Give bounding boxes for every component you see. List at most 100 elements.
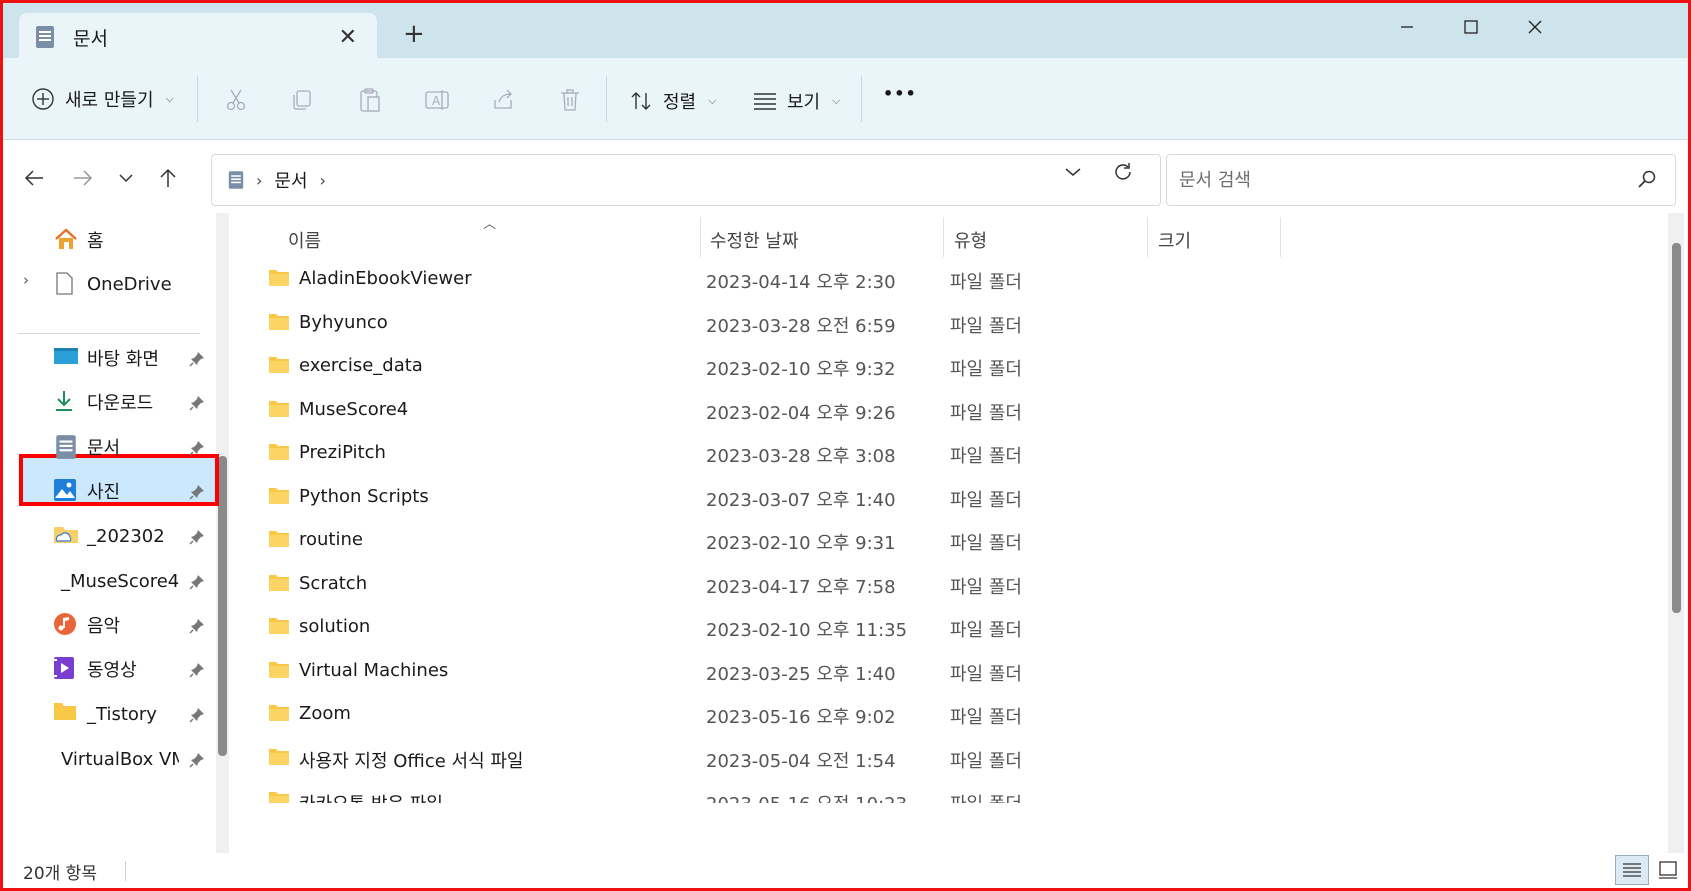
close-window-button[interactable] [1515,11,1555,43]
up-button[interactable] [153,163,183,193]
sort-button[interactable]: 정렬 ⌵ [629,88,716,114]
address-bar[interactable]: › 문서 › [211,154,1161,206]
breadcrumb-chevron-icon[interactable]: › [320,171,326,190]
back-button[interactable] [19,163,49,193]
forward-button[interactable] [68,163,98,193]
list-scrollbar-thumb[interactable] [1672,243,1681,613]
more-options-button[interactable]: ••• [883,84,917,103]
folder-icon [269,357,289,373]
table-row[interactable]: 사용자 지정 Office 서식 파일 2023-05-04 오전 1:54 파일 … [238,738,1663,782]
file-modified: 2023-05-04 오전 1:54 [706,751,896,772]
new-tab-button[interactable]: + [403,21,425,47]
column-header-type[interactable]: 유형 [954,227,987,253]
expand-chevron-icon[interactable]: › [23,271,29,289]
column-header-size[interactable]: 크기 [1158,227,1191,253]
column-divider[interactable] [1280,217,1281,257]
sidebar-scrollbar-thumb[interactable] [218,456,227,756]
new-button[interactable]: 새로 만들기 ⌵ [31,86,174,112]
copy-button[interactable] [287,86,317,114]
sidebar-item-desktop[interactable]: 바탕 화면 [53,343,159,373]
table-row[interactable]: Virtual Machines 2023-03-25 오후 1:40 파일 폴더 [238,651,1663,695]
folder-icon [269,792,289,803]
minimize-button[interactable] [1387,11,1427,43]
file-name: PreziPitch [299,442,386,463]
details-view-button[interactable] [1615,855,1649,885]
pin-icon[interactable] [189,395,205,411]
table-row[interactable]: MuseScore4 2023-02-04 오후 9:26 파일 폴더 [238,390,1663,434]
sidebar-item-music[interactable]: 음악 [53,610,120,640]
pin-icon[interactable] [189,662,205,678]
search-box[interactable] [1166,154,1676,206]
delete-button[interactable] [555,86,585,114]
sidebar-item-home[interactable]: 홈 [53,225,104,255]
tiles-view-button[interactable] [1651,855,1685,885]
sidebar-item-virtualbox[interactable]: VirtualBox VMs [53,744,179,774]
folder-icon [269,270,289,286]
table-row[interactable]: PreziPitch 2023-03-28 오후 3:08 파일 폴더 [238,433,1663,477]
desktop-icon [54,348,78,364]
refresh-button[interactable] [1108,157,1138,187]
breadcrumb-documents[interactable]: 문서 [274,167,307,193]
cut-button[interactable] [221,86,251,114]
table-row[interactable]: 카카오톡 받은 파일 2023-05-16 오전 10:23 파일 폴더 [238,781,1663,803]
file-name: 카카오톡 받은 파일 [299,790,443,803]
sidebar-item-202302[interactable]: _202302 [53,521,165,551]
file-name: 사용자 지정 Office 서식 파일 [299,751,524,772]
table-row[interactable]: Zoom 2023-05-16 오후 9:02 파일 폴더 [238,694,1663,738]
column-divider[interactable] [700,217,701,257]
recent-locations-button[interactable] [111,163,141,193]
pin-icon[interactable] [189,707,205,723]
arrow-up-icon [160,168,176,187]
breadcrumb-chevron-icon[interactable]: › [256,171,262,190]
navigation-bar: › 문서 › [3,141,1688,211]
sidebar-item-label: 바탕 화면 [87,349,159,370]
tiles-view-icon [1659,861,1677,879]
pin-icon[interactable] [189,529,205,545]
file-modified: 2023-02-10 오후 9:31 [706,533,896,554]
maximize-button[interactable] [1451,11,1491,43]
rename-button[interactable]: A [422,86,452,114]
file-modified: 2023-04-14 오후 2:30 [706,272,896,293]
address-history-button[interactable] [1058,157,1088,187]
sort-ascending-icon: ︿ [483,217,497,232]
table-row[interactable]: Byhyunco 2023-03-28 오전 6:59 파일 폴더 [238,303,1663,347]
view-button[interactable]: 보기 ⌵ [753,88,840,114]
table-row[interactable]: Scratch 2023-04-17 오후 7:58 파일 폴더 [238,564,1663,608]
close-icon [1528,20,1542,34]
file-name: routine [299,529,363,550]
table-row[interactable]: Python Scripts 2023-03-07 오후 1:40 파일 폴더 [238,477,1663,521]
sidebar-item-tistory[interactable]: _Tistory [53,699,157,729]
column-divider[interactable] [943,217,944,257]
sidebar-item-downloads[interactable]: 다운로드 [53,387,153,417]
paste-button[interactable] [355,86,385,114]
close-tab-icon[interactable]: ✕ [339,25,357,50]
file-type: 파일 폴더 [950,664,1022,685]
table-row[interactable]: AladinEbookViewer 2023-04-14 오후 2:30 파일 폴더 [238,259,1663,303]
pin-icon[interactable] [189,440,205,456]
chevron-down-icon: ⌵ [165,92,174,105]
column-divider[interactable] [1147,217,1148,257]
file-name: solution [299,616,371,637]
pin-icon[interactable] [189,351,205,367]
table-row[interactable]: exercise_data 2023-02-10 오후 9:32 파일 폴더 [238,346,1663,390]
pin-icon[interactable] [189,574,205,590]
tab-documents[interactable]: 문서 ✕ [19,13,377,61]
column-header-name[interactable]: 이름 [288,227,321,253]
column-header-modified[interactable]: 수정한 날짜 [710,227,799,253]
file-type: 파일 폴더 [950,272,1022,293]
search-icon[interactable] [1637,169,1657,189]
table-row[interactable]: routine 2023-02-10 오후 9:31 파일 폴더 [238,520,1663,564]
minimize-icon [1401,26,1413,28]
sidebar-divider [18,333,200,334]
sidebar-item-documents[interactable]: 문서 [53,432,120,462]
sidebar-item-onedrive[interactable]: OneDrive [53,269,172,299]
search-input[interactable] [1179,169,1619,191]
share-button[interactable] [489,86,519,114]
sidebar-item-musescore4[interactable]: _MuseScore4 [53,566,179,596]
pin-icon[interactable] [189,618,205,634]
table-row[interactable]: solution 2023-02-10 오후 11:35 파일 폴더 [238,607,1663,651]
file-name: Zoom [299,703,351,724]
cloud-folder-icon [54,527,78,543]
pin-icon[interactable] [189,752,205,768]
sidebar-item-videos[interactable]: 동영상 [53,654,137,684]
